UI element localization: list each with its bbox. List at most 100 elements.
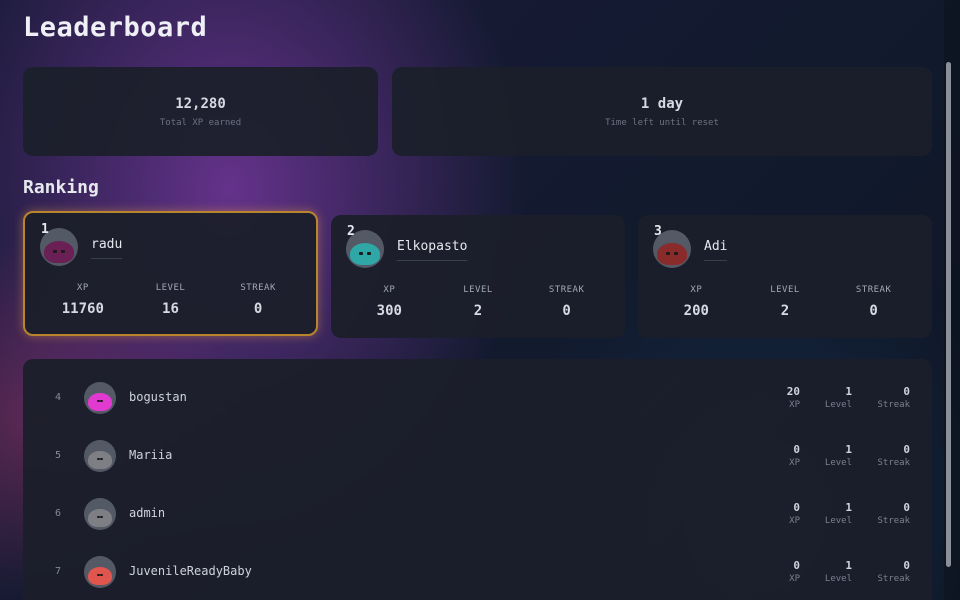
xp-stat: XP 200 bbox=[661, 285, 731, 319]
avatar-blob bbox=[88, 509, 112, 527]
leaderboard-page: Leaderboard 12,280 Total XP earned 1 day… bbox=[0, 0, 944, 600]
podium-card-1[interactable]: 1 radu XP 11760 LEVEL 16 STREAK 0 bbox=[23, 211, 318, 336]
xp-value: 0 bbox=[793, 501, 800, 514]
reset-timer-value: 1 day bbox=[640, 95, 684, 112]
streak-value: 0 bbox=[903, 501, 910, 514]
level-value: 1 bbox=[845, 385, 852, 398]
row-xp: 0 XP bbox=[750, 443, 800, 468]
page-title: Leaderboard bbox=[23, 12, 208, 43]
list-item[interactable]: 4 bogustan 20 XP 1 Level 0 Streak bbox=[23, 359, 932, 417]
row-player-name: Mariia bbox=[129, 448, 173, 462]
reset-timer-label: Time left until reset bbox=[605, 117, 719, 128]
avatar bbox=[84, 440, 116, 472]
player-name: radu bbox=[91, 237, 123, 259]
ranking-list: 4 bogustan 20 XP 1 Level 0 Streak 5 Mari… bbox=[23, 359, 932, 600]
level-stat: LEVEL 2 bbox=[750, 285, 820, 319]
list-item[interactable]: 6 admin 0 XP 1 Level 0 Streak bbox=[23, 475, 932, 533]
row-xp: 20 XP bbox=[750, 385, 800, 410]
xp-label: XP bbox=[383, 285, 396, 295]
row-level: 1 Level bbox=[802, 385, 852, 410]
streak-stat: STREAK 0 bbox=[532, 285, 602, 319]
xp-label: XP bbox=[789, 516, 800, 526]
xp-stat: XP 300 bbox=[354, 285, 424, 319]
row-xp: 0 XP bbox=[750, 501, 800, 526]
row-level: 1 Level bbox=[802, 559, 852, 584]
row-streak: 0 Streak bbox=[860, 501, 910, 526]
xp-value: 20 bbox=[786, 385, 800, 398]
total-xp-value: 12,280 bbox=[175, 95, 226, 112]
avatar-blob bbox=[44, 241, 74, 263]
streak-label: Streak bbox=[877, 458, 910, 468]
xp-label: XP bbox=[76, 283, 89, 293]
streak-value: 0 bbox=[903, 443, 910, 456]
row-rank: 6 bbox=[55, 508, 62, 519]
level-value: 1 bbox=[845, 501, 852, 514]
xp-value: 200 bbox=[683, 303, 709, 319]
avatar-eye bbox=[359, 252, 363, 255]
xp-value: 300 bbox=[376, 303, 402, 319]
row-streak: 0 Streak bbox=[860, 559, 910, 584]
level-stat: LEVEL 16 bbox=[135, 283, 205, 317]
streak-value: 0 bbox=[869, 303, 878, 319]
level-stat: LEVEL 2 bbox=[443, 285, 513, 319]
avatar bbox=[84, 382, 116, 414]
podium-card-3[interactable]: 3 Adi XP 200 LEVEL 2 STREAK 0 bbox=[638, 215, 932, 338]
avatar-eye bbox=[100, 400, 103, 402]
level-value: 2 bbox=[473, 303, 483, 319]
rank-number: 1 bbox=[41, 222, 49, 237]
reset-timer-card: 1 day Time left until reset bbox=[392, 67, 932, 156]
streak-stat: STREAK 0 bbox=[223, 283, 293, 317]
level-value: 2 bbox=[780, 303, 790, 319]
avatar-eye bbox=[61, 250, 65, 253]
xp-label: XP bbox=[690, 285, 703, 295]
row-streak: 0 Streak bbox=[860, 385, 910, 410]
row-xp: 0 XP bbox=[750, 559, 800, 584]
xp-label: XP bbox=[789, 400, 800, 410]
avatar-blob bbox=[88, 567, 112, 585]
avatar-eye bbox=[100, 516, 103, 518]
total-xp-label: Total XP earned bbox=[159, 117, 242, 128]
podium-card-2[interactable]: 2 Elkopasto XP 300 LEVEL 2 STREAK 0 bbox=[331, 215, 625, 338]
avatar-blob bbox=[88, 451, 112, 469]
player-stats: XP 200 LEVEL 2 STREAK 0 bbox=[638, 285, 932, 319]
total-xp-card: 12,280 Total XP earned bbox=[23, 67, 378, 156]
scrollbar-thumb[interactable] bbox=[946, 62, 951, 567]
level-value: 1 bbox=[845, 443, 852, 456]
streak-stat: STREAK 0 bbox=[839, 285, 909, 319]
avatar-blob bbox=[88, 393, 112, 411]
level-value: 1 bbox=[845, 559, 852, 572]
level-label: Level bbox=[824, 458, 852, 468]
row-rank: 5 bbox=[55, 450, 62, 461]
list-item[interactable]: 7 JuvenileReadyBaby 0 XP 1 Level 0 Strea… bbox=[23, 533, 932, 591]
streak-label: Streak bbox=[877, 516, 910, 526]
player-name: Elkopasto bbox=[397, 239, 468, 261]
level-label: Level bbox=[824, 516, 852, 526]
xp-value: 0 bbox=[793, 443, 800, 456]
streak-value: 0 bbox=[253, 301, 263, 317]
avatar-eye bbox=[100, 458, 103, 460]
player-name: Adi bbox=[704, 239, 728, 261]
row-streak: 0 Streak bbox=[860, 443, 910, 468]
list-item[interactable]: 5 Mariia 0 XP 1 Level 0 Streak bbox=[23, 417, 932, 475]
streak-value: 0 bbox=[903, 385, 910, 398]
avatar-eye bbox=[53, 250, 57, 253]
row-rank: 4 bbox=[55, 392, 62, 403]
avatar-eye bbox=[100, 574, 103, 576]
row-player-name: bogustan bbox=[129, 390, 187, 404]
level-label: LEVEL bbox=[463, 285, 493, 295]
avatar-eye bbox=[367, 252, 371, 255]
streak-label: STREAK bbox=[855, 285, 892, 295]
streak-value: 0 bbox=[562, 303, 571, 319]
xp-label: XP bbox=[789, 574, 800, 584]
row-level: 1 Level bbox=[802, 501, 852, 526]
row-rank: 7 bbox=[55, 566, 62, 577]
avatar-blob bbox=[657, 243, 687, 265]
level-label: LEVEL bbox=[770, 285, 800, 295]
level-label: Level bbox=[824, 574, 852, 584]
avatar-eye bbox=[666, 252, 670, 255]
avatar bbox=[84, 556, 116, 588]
ranking-heading: Ranking bbox=[23, 177, 99, 198]
avatar bbox=[84, 498, 116, 530]
xp-value: 11760 bbox=[61, 301, 104, 317]
xp-label: XP bbox=[789, 458, 800, 468]
